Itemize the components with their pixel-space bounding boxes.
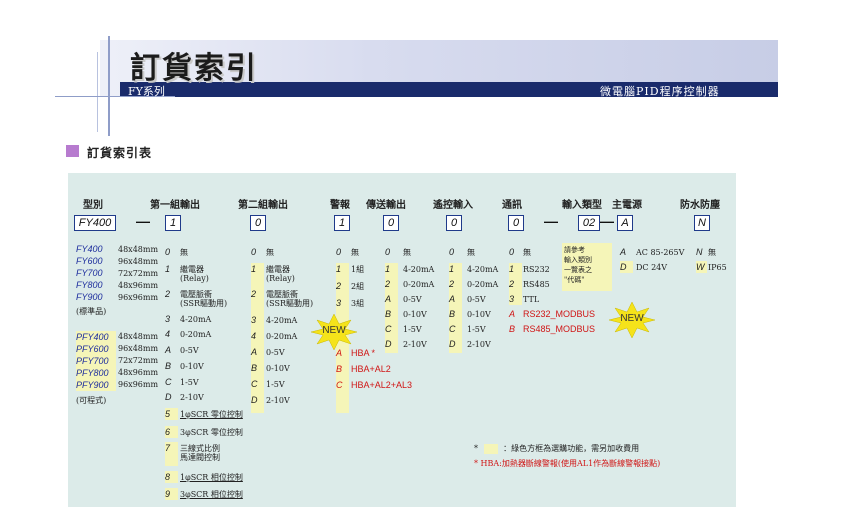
model-code: FY600 bbox=[76, 256, 103, 266]
col-header-model: 型別 bbox=[83, 200, 103, 211]
model-size: 48x48mm bbox=[118, 332, 159, 341]
code-box-comm: 0 bbox=[508, 215, 524, 231]
col-header-output2: 第二組輸出 bbox=[238, 200, 288, 211]
model-code: FY900 bbox=[76, 292, 103, 302]
green-box-legend bbox=[483, 444, 498, 454]
series-label: FY系列 bbox=[128, 85, 165, 98]
new-badge-text: NEW bbox=[322, 325, 346, 336]
model-size: 96x96mm bbox=[118, 380, 159, 389]
model-size: 48x48mm bbox=[118, 245, 159, 254]
col-header-input: 輸入類型 bbox=[562, 200, 602, 211]
note-optional: * ：綠色方框為選購功能，需另加收費用 bbox=[474, 444, 640, 454]
new-badge-comm: NEW bbox=[608, 301, 656, 339]
model-code: FY800 bbox=[76, 280, 103, 290]
col-header-output1: 第一組輸出 bbox=[150, 200, 200, 211]
new-badge-text: NEW bbox=[620, 313, 644, 324]
product-label: 微電腦PID程序控制器 bbox=[600, 85, 720, 98]
col-header-comm: 通訊 bbox=[502, 200, 522, 211]
programmable-label: (可程式) bbox=[76, 396, 107, 405]
model-size: 72x72mm bbox=[118, 356, 159, 365]
col-header-power: 主電源 bbox=[612, 200, 642, 211]
model-size: 48x96mm bbox=[118, 281, 159, 290]
model-code: FY400 bbox=[76, 244, 103, 254]
model-size: 72x72mm bbox=[118, 269, 159, 278]
model-size: 48x96mm bbox=[118, 368, 159, 377]
code-box-model: FY400 bbox=[74, 215, 116, 231]
note-hba: * HBA:加熱器斷線警報(使用AL1作為斷線警報接點) bbox=[474, 459, 661, 468]
model-code: PFY400 bbox=[76, 332, 109, 342]
code-separator: — bbox=[544, 213, 558, 229]
code-box-alarm: 1 bbox=[334, 215, 350, 231]
standard-label: (標準品) bbox=[76, 307, 107, 316]
model-code: PFY700 bbox=[76, 356, 109, 366]
section-bullet-icon bbox=[66, 145, 79, 157]
code-box-input: 02 bbox=[578, 215, 600, 231]
code-box-remote: 0 bbox=[446, 215, 462, 231]
model-code: FY700 bbox=[76, 268, 103, 278]
page-title: 訂貨索引 bbox=[130, 51, 258, 86]
decor-line bbox=[97, 52, 98, 132]
code-box-output2: 0 bbox=[250, 215, 266, 231]
code-separator: — bbox=[136, 213, 150, 229]
model-size: 96x96mm bbox=[118, 293, 159, 302]
model-code: PFY900 bbox=[76, 380, 109, 390]
col-header-remote: 遙控輸入 bbox=[433, 200, 473, 211]
model-code: PFY800 bbox=[76, 368, 109, 378]
code-box-power: A bbox=[617, 215, 633, 231]
code-separator: — bbox=[600, 213, 614, 229]
code-box-retrans: 0 bbox=[383, 215, 399, 231]
new-badge-alarm: NEW bbox=[310, 313, 358, 351]
col-header-alarm: 警報 bbox=[330, 200, 350, 211]
model-size: 96x48mm bbox=[118, 257, 159, 266]
code-box-water: N bbox=[694, 215, 710, 231]
col-header-water: 防水防塵 bbox=[680, 200, 720, 211]
section-title: 訂貨索引表 bbox=[87, 146, 153, 160]
model-code: PFY600 bbox=[76, 344, 109, 354]
code-box-output1: 1 bbox=[165, 215, 181, 231]
model-size: 96x48mm bbox=[118, 344, 159, 353]
decor-line bbox=[108, 36, 110, 136]
input-type-note: 請參考 輸入類別 一覽表之 "代碼" bbox=[562, 243, 612, 291]
col-header-retrans: 傳送輸出 bbox=[366, 200, 406, 211]
